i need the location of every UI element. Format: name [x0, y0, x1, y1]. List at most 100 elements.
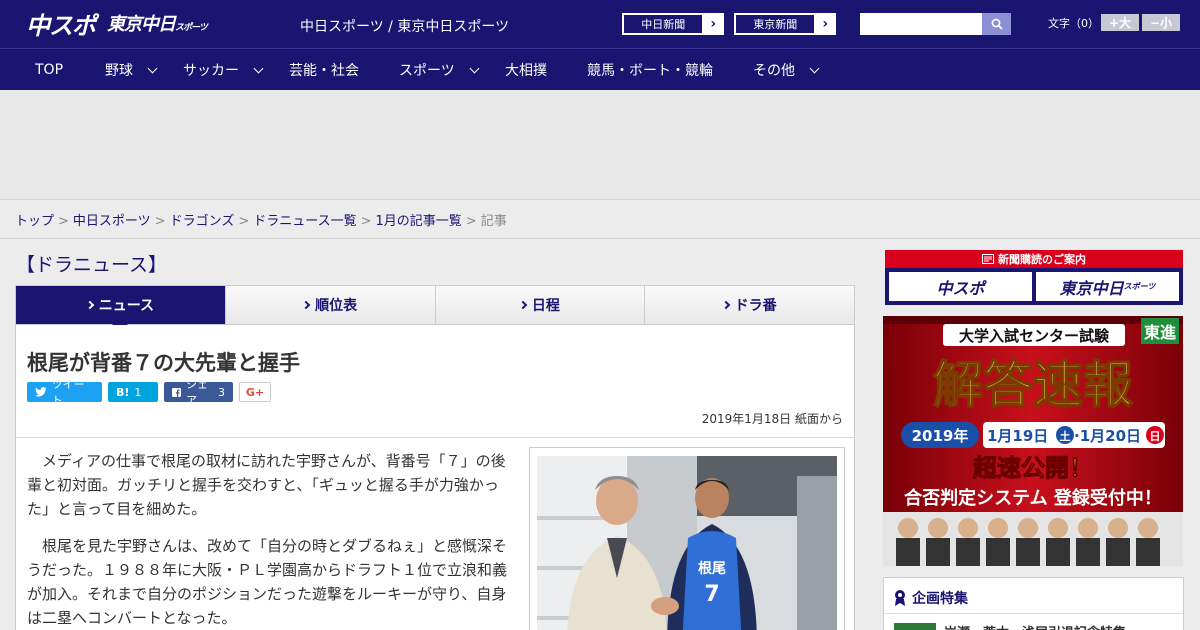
banner-subline: 合否判定システム 登録受付中！: [904, 487, 1162, 509]
search-input[interactable]: [860, 13, 982, 35]
breadcrumb-top[interactable]: トップ: [15, 214, 54, 229]
subscribe-chusupo[interactable]: 中スポ: [889, 272, 1032, 301]
facebook-share-button[interactable]: シェア 3: [164, 378, 233, 407]
feature-item[interactable]: 岩瀬・荒木・浅尾引退記念特集: [894, 622, 1126, 630]
site-logo[interactable]: 中スポ 東京中日スポーツ: [26, 6, 208, 41]
tab-schedule[interactable]: 日程: [436, 286, 646, 324]
banner-title: 大学入試センター試験: [959, 327, 1110, 345]
tab-label: ニュース: [98, 298, 155, 314]
search-button[interactable]: [982, 13, 1011, 35]
hatena-count: 1: [134, 385, 142, 399]
tab-reporter[interactable]: ドラ番: [645, 286, 854, 324]
banner-day2: 日: [1150, 430, 1161, 443]
google-plus-button[interactable]: G+: [239, 382, 271, 402]
section-title: 【ドラニュース】: [16, 254, 168, 276]
banner-date2: ·1月20日: [1074, 427, 1141, 445]
banner-brand: 東進: [1144, 323, 1176, 342]
nav-label: サッカー: [183, 63, 239, 79]
banner-date1: 1月19日: [987, 427, 1048, 445]
article: 根尾が背番７の大先輩と握手 ツイート B! 1 シェア 3 G+ 2019年1月…: [15, 325, 855, 630]
tab-standings[interactable]: 順位表: [226, 286, 436, 324]
share-buttons: ツイート B! 1 シェア 3 G+: [27, 378, 271, 407]
paper-link-label: 中日新聞: [623, 14, 704, 34]
chevron-down-icon: [253, 63, 264, 73]
font-bigger-button[interactable]: +大: [1101, 14, 1139, 31]
nav-sports[interactable]: スポーツ: [399, 49, 480, 91]
search-icon: [991, 18, 1003, 30]
nav-racing[interactable]: 競馬・ボート・競輪: [587, 49, 713, 91]
banner-graphic: 東進 大学入試センター試験 解答速報 2019年 1月19日 土 ·1月20日 …: [883, 316, 1183, 566]
facebook-count: 3: [218, 385, 225, 399]
logo-chunichi-sports[interactable]: 中スポ: [26, 6, 96, 41]
nav-label: 芸能・社会: [289, 63, 359, 79]
nav-label: 大相撲: [505, 63, 547, 79]
feature-item-label: 岩瀬・荒木・浅尾引退記念特集: [944, 622, 1126, 630]
breadcrumb-chunichi-sports[interactable]: 中日スポーツ: [73, 214, 151, 229]
facebook-icon: [172, 387, 181, 397]
chevron-right-icon: ›: [822, 16, 829, 32]
feature-title: 企画特集: [894, 588, 968, 608]
subscribe-header: 新聞購読のご案内: [885, 250, 1183, 268]
publish-date: 2019年1月18日 紙面から: [701, 412, 843, 426]
feature-divider: [884, 613, 1183, 614]
feature-box: 企画特集 岩瀬・荒木・浅尾引退記念特集: [883, 577, 1184, 630]
breadcrumb-current: 記事: [480, 214, 507, 229]
breadcrumb-dra-news-list[interactable]: ドラニュース一覧: [253, 214, 356, 229]
nav-entertainment[interactable]: 芸能・社会: [289, 49, 359, 91]
nav-sumo[interactable]: 大相撲: [505, 49, 547, 91]
chevron-right-icon: ›: [710, 16, 717, 32]
photo-illustration: 根尾 7: [537, 456, 837, 630]
google-plus-icon: G+: [245, 385, 265, 399]
paper-link-label: 東京新聞: [735, 14, 816, 34]
jersey-name: 根尾: [698, 560, 726, 577]
font-smaller-button[interactable]: −小: [1142, 14, 1180, 31]
nav-soccer[interactable]: サッカー: [183, 49, 264, 91]
chevron-down-icon: [147, 63, 158, 73]
breadcrumb-separator: >: [465, 214, 477, 229]
breadcrumb-january-list[interactable]: 1月の記事一覧: [376, 214, 462, 229]
tab-label: ドラ番: [734, 298, 777, 314]
subscribe-logos: 中スポ 東京中日 スポーツ: [885, 268, 1183, 305]
banner-day1: 土: [1060, 429, 1071, 443]
breadcrumb-dragons[interactable]: ドラゴンズ: [170, 214, 235, 229]
article-paragraph: メディアの仕事で根尾の取材に訪れた宇野さんが、背番号「７」の後輩と初対面。ガッチ…: [27, 452, 506, 518]
article-photo-frame[interactable]: 根尾 7: [529, 447, 845, 630]
logo-tokyo-text: 東京中日: [107, 14, 176, 35]
tokyo-shimbun-link[interactable]: 東京新聞 ›: [734, 13, 836, 35]
chevron-right-icon: [518, 300, 528, 310]
chevron-right-icon: [721, 300, 730, 310]
chevron-down-icon: [809, 63, 820, 73]
breadcrumb-divider: [0, 238, 1200, 239]
tab-label: 日程: [531, 298, 560, 314]
feature-thumbnail: [894, 622, 936, 630]
subscribe-title: 新聞購読のご案内: [998, 253, 1086, 266]
banner-tagline: 超速公開！: [973, 454, 1093, 482]
logo-tokyo-small: スポーツ: [175, 23, 208, 33]
subscribe-box[interactable]: 新聞購読のご案内 中スポ 東京中日 スポーツ: [885, 250, 1183, 305]
subscribe-tokyo-chunichi[interactable]: 東京中日 スポーツ: [1036, 272, 1179, 301]
site-links[interactable]: 中日スポーツ / 東京中日スポーツ: [300, 16, 509, 36]
chunichi-shimbun-link[interactable]: 中日新聞 ›: [622, 13, 724, 35]
twitter-icon: [35, 387, 47, 397]
banner-year: 2019年: [912, 427, 969, 445]
nav-label: スポーツ: [399, 63, 455, 79]
article-paragraph: 根尾を見た宇野さんは、改めて「自分の時とダブるねぇ」と感慨深そうだった。１９８８…: [27, 537, 508, 627]
nav-label: その他: [753, 63, 795, 79]
feature-title-text: 企画特集: [912, 591, 968, 607]
logo-tokyo-chunichi[interactable]: 東京中日スポーツ: [107, 10, 208, 36]
breadcrumb-separator: >: [154, 214, 166, 229]
tweet-label: ツイート: [51, 378, 85, 407]
breadcrumb-separator: >: [58, 214, 69, 229]
jersey-number: 7: [704, 582, 719, 607]
nav-other[interactable]: その他: [753, 49, 820, 91]
nav-baseball[interactable]: 野球: [105, 49, 158, 91]
banner-headline: 解答速報: [933, 356, 1133, 414]
toshin-banner-ad[interactable]: 東進 大学入試センター試験 解答速報 2019年 1月19日 土 ·1月20日 …: [883, 316, 1183, 566]
hatena-bookmark-button[interactable]: B! 1: [108, 382, 158, 402]
article-body: メディアの仕事で根尾の取材に訪れた宇野さんが、背番号「７」の後輩と初対面。ガッチ…: [27, 449, 509, 630]
article-photo: 根尾 7: [537, 456, 837, 630]
nav-top[interactable]: TOP: [35, 49, 63, 91]
article-headline: 根尾が背番７の大先輩と握手: [27, 351, 300, 375]
tab-news[interactable]: ニュース: [16, 286, 226, 332]
tweet-button[interactable]: ツイート: [27, 378, 102, 407]
